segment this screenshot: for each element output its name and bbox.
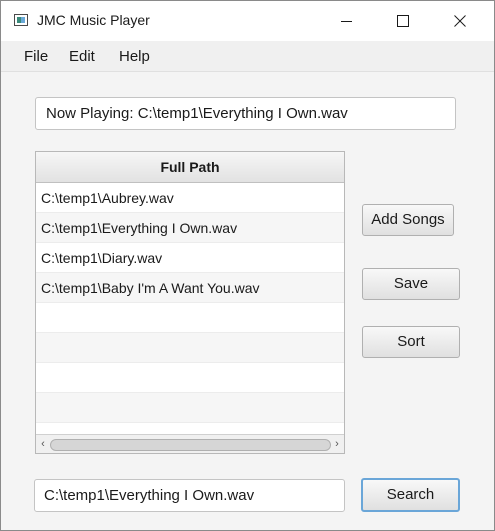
scroll-left-icon[interactable]: ‹ [37, 438, 49, 450]
table-row[interactable]: C:\temp1\Aubrey.wav [36, 183, 344, 213]
save-button[interactable]: Save [362, 268, 460, 300]
column-header-full-path[interactable]: Full Path [36, 152, 344, 183]
horizontal-scrollbar[interactable]: ‹ › [36, 434, 344, 453]
menu-edit[interactable]: Edit [69, 48, 95, 65]
minimize-icon[interactable] [324, 1, 370, 41]
menu-file[interactable]: File [24, 48, 48, 65]
menu-help[interactable]: Help [119, 48, 150, 65]
scrollbar-thumb[interactable] [50, 439, 331, 451]
add-songs-button[interactable]: Add Songs [362, 204, 454, 236]
empty-row [36, 333, 344, 363]
now-playing-field[interactable]: Now Playing: C:\temp1\Everything I Own.w… [35, 97, 456, 130]
close-icon[interactable] [437, 1, 483, 41]
maximize-icon[interactable] [380, 1, 426, 41]
menu-bar: File Edit Help [1, 41, 494, 72]
songs-table[interactable]: Full Path C:\temp1\Aubrey.wav C:\temp1\E… [35, 151, 345, 454]
search-input[interactable]: C:\temp1\Everything I Own.wav [34, 479, 345, 512]
sort-button[interactable]: Sort [362, 326, 460, 358]
search-button[interactable]: Search [361, 478, 460, 512]
table-row[interactable]: C:\temp1\Baby I'm A Want You.wav [36, 273, 344, 303]
table-row[interactable]: C:\temp1\Everything I Own.wav [36, 213, 344, 243]
scroll-right-icon[interactable]: › [331, 438, 343, 450]
app-window: JMC Music Player File Edit Help Now Play… [0, 0, 495, 531]
empty-row [36, 363, 344, 393]
empty-row [36, 303, 344, 333]
empty-row [36, 393, 344, 423]
table-rows: C:\temp1\Aubrey.wav C:\temp1\Everything … [36, 183, 344, 453]
table-row[interactable]: C:\temp1\Diary.wav [36, 243, 344, 273]
window-title: JMC Music Player [37, 12, 150, 28]
app-icon [14, 14, 28, 26]
title-bar: JMC Music Player [1, 1, 494, 41]
